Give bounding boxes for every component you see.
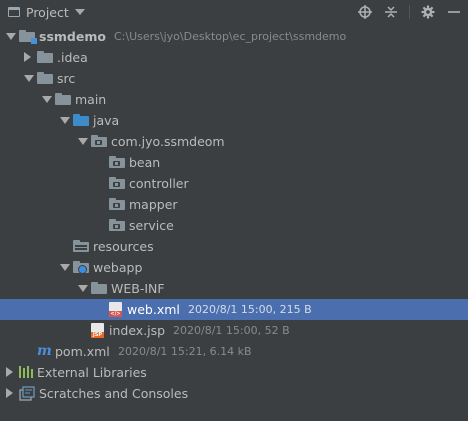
tree-row-scratch[interactable]: Scratches and Consoles [0,383,468,404]
crosshair-icon[interactable] [357,4,373,20]
file-metadata: 2020/8/1 15:21, 6.14 kB [118,345,252,358]
tree-row-webxml[interactable]: </> web.xml 2020/8/1 15:00, 215 B [0,299,468,320]
package-folder-icon [91,135,107,147]
tree-row-ssmdemo[interactable]: ssmdemo C:\Users\jyo\Desktop\ec_project\s… [0,26,468,47]
jsp-file-icon: JSP [91,323,104,338]
chevron-down-icon[interactable] [74,9,85,15]
project-tool-header: Project [0,0,468,24]
expanded-arrow-icon[interactable] [24,75,34,82]
tree-row-pom[interactable]: m pom.xml 2020/8/1 15:21, 6.14 kB [0,341,468,362]
tree-item-label: java [93,113,120,128]
tree-row-controller[interactable]: controller [0,173,468,194]
tree-item-label: ssmdemo [39,29,106,44]
tree-row-pkg[interactable]: com.jyo.ssmdeom [0,131,468,152]
tree-row-main[interactable]: main [0,89,468,110]
project-view-title: Project [26,4,69,20]
project-window-icon [8,7,20,17]
collapsed-arrow-icon[interactable] [6,367,13,377]
project-view-selector[interactable]: Project [0,0,85,24]
expanded-arrow-icon[interactable] [60,117,70,124]
expanded-arrow-icon[interactable] [60,264,70,271]
tree-row-extlib[interactable]: External Libraries [0,362,468,383]
tree-row-idea[interactable]: .idea [0,47,468,68]
gear-icon[interactable] [420,4,436,20]
tree-item-label: .idea [57,50,88,65]
tree-item-label: src [57,71,76,86]
tree-item-label: webapp [93,260,143,275]
resources-folder-icon [73,240,89,252]
tree-row-mapper[interactable]: mapper [0,194,468,215]
libraries-icon [19,365,33,378]
tree-row-indexjsp[interactable]: JSP index.jsp 2020/8/1 15:00, 52 B [0,320,468,341]
file-metadata: 2020/8/1 15:00, 215 B [188,303,312,316]
tree-item-label: com.jyo.ssmdeom [111,134,225,149]
expanded-arrow-icon[interactable] [6,33,16,40]
tree-item-label: index.jsp [109,323,166,338]
file-metadata: 2020/8/1 15:00, 52 B [173,324,290,337]
project-path: C:\Users\jyo\Desktop\ec_project\ssmdemo [114,30,347,43]
collapsed-arrow-icon[interactable] [6,388,13,398]
header-toolbar [357,0,462,24]
package-folder-icon [109,198,125,210]
tree-item-label: main [75,92,107,107]
project-tree: ssmdemo C:\Users\jyo\Desktop\ec_project\s… [0,26,468,404]
tree-item-label: mapper [129,197,178,212]
package-folder-icon [109,177,125,189]
tree-item-label: Scratches and Consoles [39,386,189,401]
xml-file-icon: </> [109,302,122,317]
folder-icon [37,72,53,84]
web-folder-icon [73,261,89,274]
module-folder-icon [19,30,37,44]
expanded-arrow-icon[interactable] [78,285,88,292]
source-folder-icon [73,114,89,126]
tree-item-label: controller [129,176,189,191]
tree-item-label: web.xml [127,302,180,317]
hide-icon[interactable] [446,4,462,20]
tree-row-webinf[interactable]: WEB-INF [0,278,468,299]
tree-item-label: resources [93,239,154,254]
tree-row-java[interactable]: java [0,110,468,131]
collapse-all-icon[interactable] [383,4,399,20]
expanded-arrow-icon[interactable] [42,96,52,103]
scratches-icon [19,386,35,401]
tree-item-label: bean [129,155,161,170]
expanded-arrow-icon[interactable] [78,138,88,145]
tree-item-label: pom.xml [55,344,110,359]
tree-row-bean[interactable]: bean [0,152,468,173]
tree-item-label: service [129,218,174,233]
tree-row-src[interactable]: src [0,68,468,89]
folder-icon [55,93,71,105]
tree-row-service[interactable]: service [0,215,468,236]
folder-icon [37,51,53,63]
tree-item-label: External Libraries [37,365,147,380]
tree-item-label: WEB-INF [111,281,165,296]
toolbar-separator [409,5,410,19]
collapsed-arrow-icon[interactable] [24,52,31,62]
tree-row-resources[interactable]: resources [0,236,468,257]
maven-file-icon: m [37,343,52,359]
package-folder-icon [109,156,125,168]
folder-icon [91,282,107,294]
tree-row-webapp[interactable]: webapp [0,257,468,278]
package-folder-icon [109,219,125,231]
